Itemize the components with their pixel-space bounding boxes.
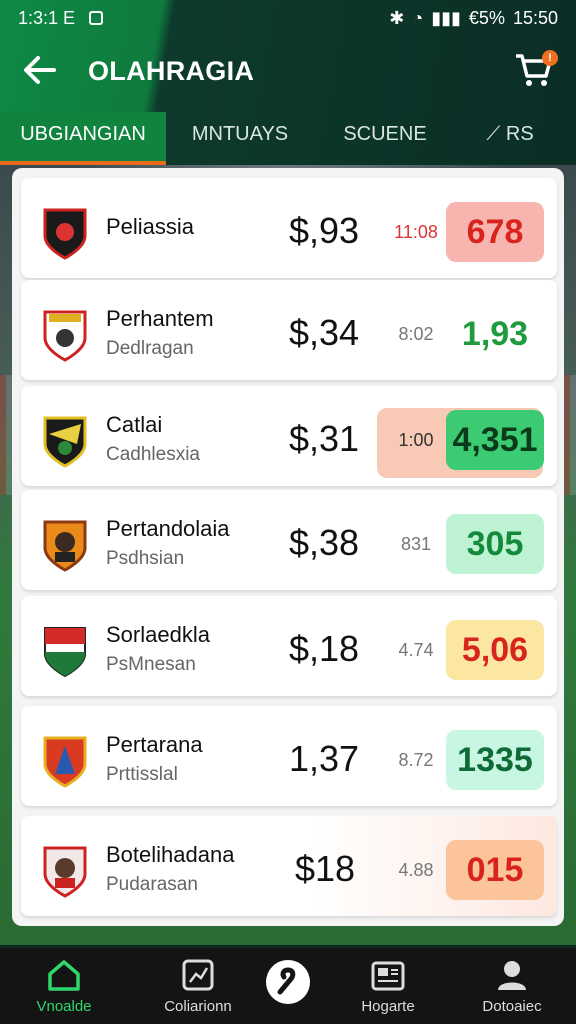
center-action-button[interactable] (266, 960, 310, 1004)
team-crest-icon (44, 627, 86, 678)
match-time: 8:02 (398, 324, 434, 344)
price-value: $,38 (289, 522, 360, 563)
team-subtitle: Pudarasan (106, 874, 198, 895)
profile-icon (498, 961, 526, 990)
team-name: Pertarana (106, 732, 203, 757)
list-item[interactable]: Peliassia $,93 11:08 678 (21, 178, 557, 278)
team-name: Peliassia (106, 214, 195, 239)
match-time: 8.72 (398, 750, 434, 770)
match-time: 4.88 (398, 860, 434, 880)
odds-button[interactable]: 015 (446, 840, 544, 900)
wifi-icon: ◔ (412, 7, 424, 28)
team-name: Catlai (106, 412, 163, 437)
list-item[interactable]: Perhantem Dedlragan $,34 8:02 1,93 (21, 280, 557, 380)
match-time: 1:00 (398, 430, 434, 450)
status-clock: 15:50 (512, 7, 558, 28)
team-subtitle: Psdhsian (106, 548, 185, 569)
match-time: 4.74 (398, 640, 434, 660)
page-title: OLAHRAGIA (88, 56, 255, 86)
odds-button[interactable]: 678 (446, 202, 544, 262)
bluetooth-icon: ✱ (389, 7, 405, 28)
team-name: Sorlaedkla (106, 622, 210, 647)
chart-icon (182, 959, 214, 991)
tab-ubgiangian[interactable]: UBGIANGIAN (0, 112, 166, 165)
price-value: $,18 (289, 628, 360, 669)
list-item[interactable]: Sorlaedkla PsMnesan $,18 4.74 5,06 (21, 596, 557, 696)
team-name: Pertandolaia (106, 516, 230, 541)
battery-level: €5% (468, 7, 505, 28)
team-crest-icon (43, 846, 87, 898)
status-bar: 1:3:1 E ✱ ◔ ▮▮▮ €5% 15:50 (18, 8, 558, 28)
price-value: $18 (295, 848, 356, 889)
team-crest-icon (43, 310, 87, 362)
nav-coliarionn[interactable]: Coliarionn (148, 948, 248, 1024)
nav-home[interactable]: Vnoalde (14, 948, 114, 1024)
app-header: 1:3:1 E ✱ ◔ ▮▮▮ €5% 15:50 OLAHRAGIA ! UB… (0, 0, 576, 165)
center-action-icon (277, 967, 296, 995)
bottom-navigation: Vnoalde Coliarionn Hogarte Dotoaiec (0, 948, 576, 1024)
team-crest-icon (43, 208, 87, 260)
team-subtitle: Cadhlesxia (106, 444, 200, 465)
list-item[interactable]: Catlai Cadhlesxia $,31 1:00 4,351 (21, 386, 557, 486)
cart-badge: ! (542, 50, 558, 66)
tab-bar: UBGIANGIAN MNTUAYS SCUENE ⟋ RS (0, 112, 576, 165)
team-subtitle: Dedlragan (106, 338, 194, 359)
list-item[interactable]: Botelihadana Pudarasan $18 4.88 015 (21, 816, 557, 916)
nav-home-label: Vnoalde (36, 998, 92, 1015)
team-name: Botelihadana (106, 842, 235, 867)
price-value: $,31 (289, 418, 360, 459)
list-item[interactable]: Pertarana Prttisslal 1,37 8.72 1335 (21, 706, 557, 806)
odds-button[interactable]: 305 (446, 514, 544, 574)
home-icon (48, 960, 80, 991)
status-time-left: 1:3:1 E (18, 7, 76, 28)
tab-scuene[interactable]: SCUENE (330, 112, 440, 165)
nav-hogarte[interactable]: Hogarte (338, 948, 438, 1024)
odds-button[interactable]: 1335 (446, 730, 544, 790)
match-list: Peliassia $,93 11:08 678 Perhantem Dedlr… (12, 168, 564, 926)
odds-button[interactable]: 5,06 (446, 620, 544, 680)
list-item[interactable]: Pertandolaia Psdhsian $,38 831 305 (21, 490, 557, 590)
tab-rs[interactable]: ⟋ RS (470, 112, 550, 165)
notification-icon (89, 11, 104, 25)
nav-dotoaiec[interactable]: Dotoaiec (462, 948, 562, 1024)
news-icon (371, 961, 405, 991)
price-value: $,93 (289, 210, 360, 251)
tag-icon: ⟋ (486, 123, 501, 145)
team-crest-icon (43, 416, 87, 468)
nav-hogarte-label: Hogarte (361, 998, 415, 1015)
cart-button[interactable]: ! (514, 50, 558, 88)
odds-button[interactable]: 1,93 (446, 304, 544, 364)
nav-coliarionn-label: Coliarionn (164, 998, 232, 1015)
tab-rs-label: RS (505, 123, 534, 145)
tab-mntuays[interactable]: MNTUAYS (180, 112, 300, 165)
team-name: Perhantem (106, 306, 214, 331)
match-time: 11:08 (394, 222, 438, 242)
team-crest-icon (43, 520, 87, 572)
price-value: $,34 (289, 312, 360, 353)
team-crest-icon (43, 736, 87, 788)
price-value: 1,37 (289, 738, 360, 779)
team-subtitle: PsMnesan (106, 654, 196, 675)
nav-dotoaiec-label: Dotoaiec (482, 998, 542, 1015)
signal-icon: ▮▮▮ (431, 7, 461, 28)
match-time: 831 (400, 534, 432, 554)
team-subtitle: Prttisslal (106, 764, 178, 785)
back-arrow-icon[interactable] (22, 54, 58, 86)
odds-button[interactable]: 4,351 (446, 410, 544, 470)
